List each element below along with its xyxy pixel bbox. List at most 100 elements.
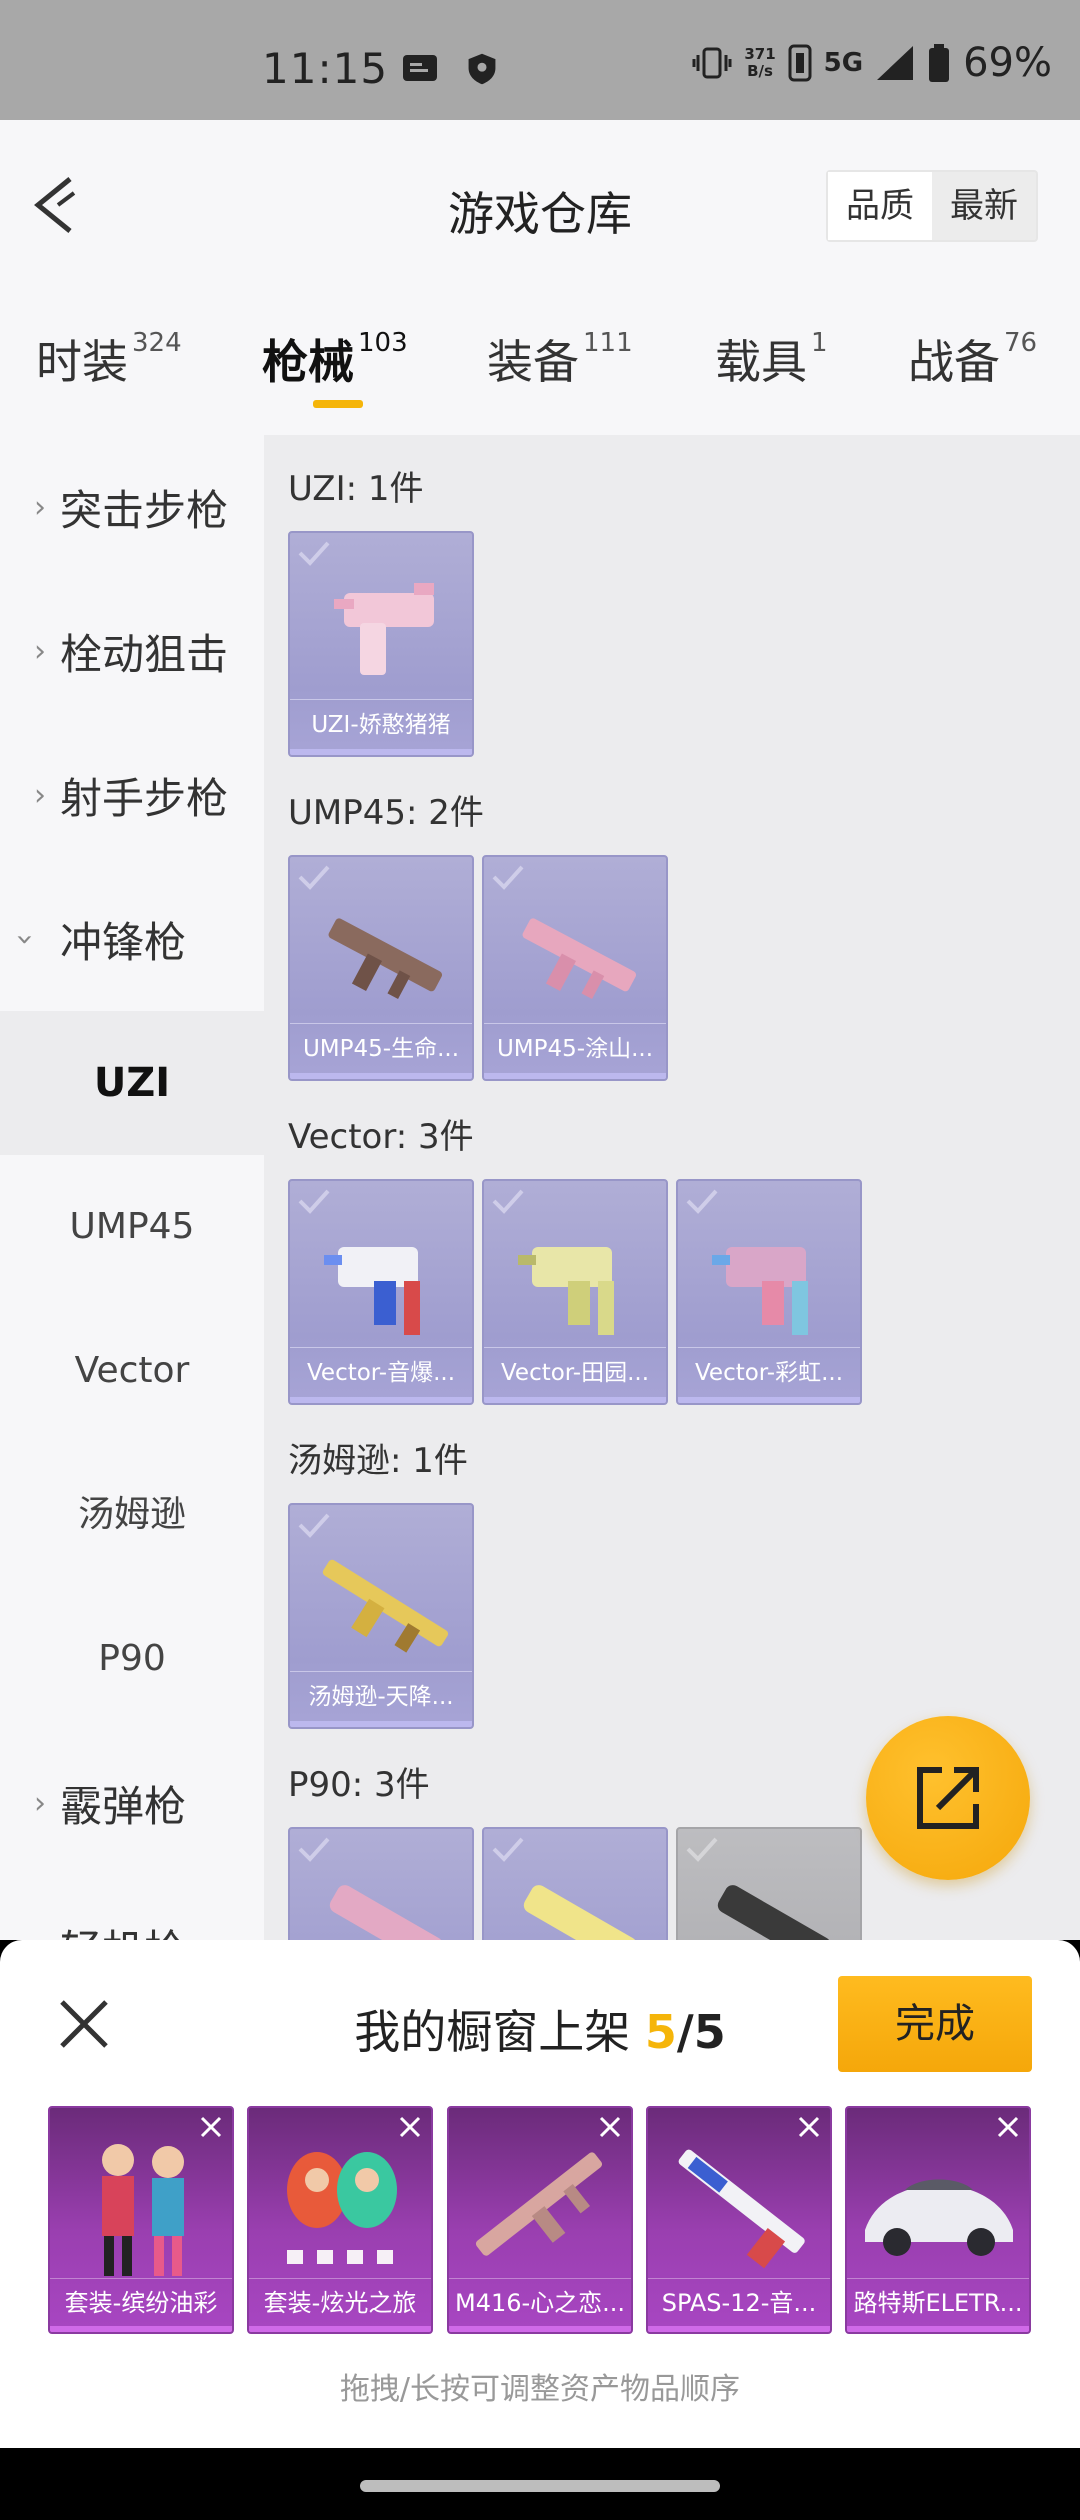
rarity-bar: [484, 1073, 666, 1079]
weapon-grid: UZI: 1件 UZI-娇憨猪猪 UMP45: 2件 UMP45-生命... U…: [264, 435, 1080, 1940]
group-title-thompson: 汤姆逊: 1件: [288, 1441, 468, 1481]
group-title-p90: P90: 3件: [288, 1765, 430, 1805]
lotus-car-image: [865, 2179, 1013, 2256]
sidebar-item-p90[interactable]: P90: [0, 1587, 264, 1731]
tab-count: 111: [583, 328, 633, 358]
tab-label: 时装: [36, 335, 128, 389]
battery-level: 69%: [963, 40, 1052, 86]
weapon-type-sidebar: › 突击步枪 › 栓动狙击 › 射手步枪 › 冲锋枪 UZI UMP45 Vector …: [0, 435, 264, 1940]
group-title-vector: Vector: 3件: [288, 1117, 474, 1157]
showcase-sheet: 我的橱窗上架 5/5 完成 套装-缤纷油彩 套装-炫光之旅 M416-心之恋..…: [0, 1940, 1080, 2448]
status-bar: 11:15 371 B/s 5G 69%: [0, 0, 1080, 120]
weapon-card[interactable]: UMP45-生命...: [288, 855, 474, 1081]
chevron-right-icon: ›: [34, 633, 46, 669]
tab-count: 76: [1004, 328, 1038, 358]
tab-label: 枪械: [262, 335, 354, 389]
sidebar-item-vector[interactable]: Vector: [0, 1299, 264, 1443]
sidebar-category-label: 冲锋枪: [60, 917, 187, 967]
net-speed-unit: B/s: [747, 62, 773, 80]
tab-equipment[interactable]: 装备 111: [487, 326, 633, 392]
chevron-right-icon: ›: [0, 1930, 60, 1941]
hd-icon: [788, 44, 812, 82]
active-tab-indicator: [313, 400, 363, 408]
rarity-bar: [290, 1073, 472, 1079]
sidebar-category-marksman-rifle[interactable]: › 射手步枪: [0, 723, 264, 867]
ump45-skin-image: [328, 918, 443, 999]
showcase-item-label: 路特斯ELETR...: [847, 2278, 1029, 2326]
tab-combat-gear[interactable]: 战备 76: [908, 326, 1037, 392]
uzi-skin-image: [334, 583, 434, 675]
tab-vehicles[interactable]: 载具 1: [715, 326, 828, 392]
sidebar-category-label: 栓动狙击: [60, 629, 229, 679]
vibrate-icon: [692, 47, 732, 79]
weapon-card[interactable]: 汤姆逊-天降...: [288, 1503, 474, 1729]
sort-quality-button[interactable]: 品质: [828, 172, 932, 240]
showcase-item[interactable]: 套装-炫光之旅: [247, 2106, 433, 2334]
reorder-hint: 拖拽/长按可调整资产物品顺序: [339, 2372, 741, 2407]
weapon-card[interactable]: [288, 1827, 474, 1940]
m416-skin-image: [475, 2152, 603, 2256]
done-button[interactable]: 完成: [838, 1976, 1032, 2072]
outfit-image: [287, 2152, 397, 2264]
tab-count: 324: [132, 328, 182, 358]
showcase-item[interactable]: M416-心之恋...: [447, 2106, 633, 2334]
weapon-card[interactable]: UMP45-涂山...: [482, 855, 668, 1081]
chevron-right-icon: ›: [34, 777, 46, 813]
sort-newest-button[interactable]: 最新: [932, 172, 1036, 240]
sidebar-category-smg[interactable]: › 冲锋枪: [0, 867, 264, 1011]
thompson-skin-image: [322, 1559, 449, 1653]
tab-fashion[interactable]: 时装 324: [36, 326, 182, 392]
sidebar-item-thompson[interactable]: 汤姆逊: [0, 1443, 264, 1587]
showcase-total: 5: [693, 2005, 726, 2059]
net-speed-value: 371: [744, 45, 776, 63]
rarity-bar: [648, 2326, 830, 2332]
showcase-slash: /: [676, 2005, 694, 2059]
weapon-card-label: UZI-娇憨猪猪: [290, 699, 472, 749]
showcase-count: 5: [644, 2005, 677, 2059]
sidebar-category-label: 霰弹枪: [60, 1781, 187, 1831]
group-title-ump45: UMP45: 2件: [288, 793, 484, 833]
sidebar-item-ump45[interactable]: UMP45: [0, 1155, 264, 1299]
rarity-bar: [290, 1397, 472, 1403]
weapon-card-label: UMP45-生命...: [290, 1023, 472, 1073]
group-title-uzi: UZI: 1件: [288, 469, 424, 509]
weapon-card[interactable]: UZI-娇憨猪猪: [288, 531, 474, 757]
tab-weapons[interactable]: 枪械 103: [262, 326, 408, 392]
showcase-item[interactable]: SPAS-12-音...: [646, 2106, 832, 2334]
sidebar-category-lmg[interactable]: ›轻机枪: [0, 1875, 264, 1941]
share-fab[interactable]: [866, 1716, 1030, 1880]
rarity-bar: [50, 2326, 232, 2332]
weapon-card[interactable]: [676, 1827, 862, 1940]
rarity-bar: [290, 1721, 472, 1727]
home-gesture-bar[interactable]: [360, 2480, 720, 2492]
sidebar-category-bolt-sniper[interactable]: › 栓动狙击: [0, 579, 264, 723]
p90-skin-image: [717, 1885, 831, 1940]
showcase-item[interactable]: 路特斯ELETR...: [845, 2106, 1031, 2334]
weapon-card[interactable]: [482, 1827, 668, 1940]
weapon-card[interactable]: Vector-田园...: [482, 1179, 668, 1405]
showcase-item-label: 套装-缤纷油彩: [50, 2278, 232, 2326]
showcase-item-label: M416-心之恋...: [449, 2278, 631, 2326]
signal-icon: [877, 46, 914, 80]
weapon-card-label: UMP45-涂山...: [484, 1023, 666, 1073]
sidebar-category-assault-rifle[interactable]: › 突击步枪: [0, 435, 264, 579]
tab-count: 1: [811, 328, 828, 358]
showcase-item-label: SPAS-12-音...: [648, 2278, 830, 2326]
sidebar-category-label: 射手步枪: [60, 773, 229, 823]
sidebar-category-shotgun[interactable]: › 霰弹枪: [0, 1731, 264, 1875]
share-out-icon: [917, 1767, 979, 1829]
tab-label: 战备: [908, 335, 1000, 389]
showcase-item[interactable]: 套装-缤纷油彩: [48, 2106, 234, 2334]
weapon-card-label: Vector-田园...: [484, 1347, 666, 1397]
tab-label: 装备: [487, 335, 579, 389]
vector-skin-image: [324, 1247, 420, 1335]
rarity-bar: [678, 1397, 860, 1403]
vector-skin-image: [712, 1247, 808, 1335]
ump45-skin-image: [522, 918, 637, 999]
weapon-card[interactable]: Vector-音爆...: [288, 1179, 474, 1405]
sidebar-item-uzi[interactable]: UZI: [0, 1011, 264, 1155]
chevron-down-icon: ›: [7, 933, 43, 945]
net-speed: 371 B/s: [744, 46, 775, 80]
status-time: 11:15: [262, 44, 389, 93]
weapon-card[interactable]: Vector-彩虹...: [676, 1179, 862, 1405]
